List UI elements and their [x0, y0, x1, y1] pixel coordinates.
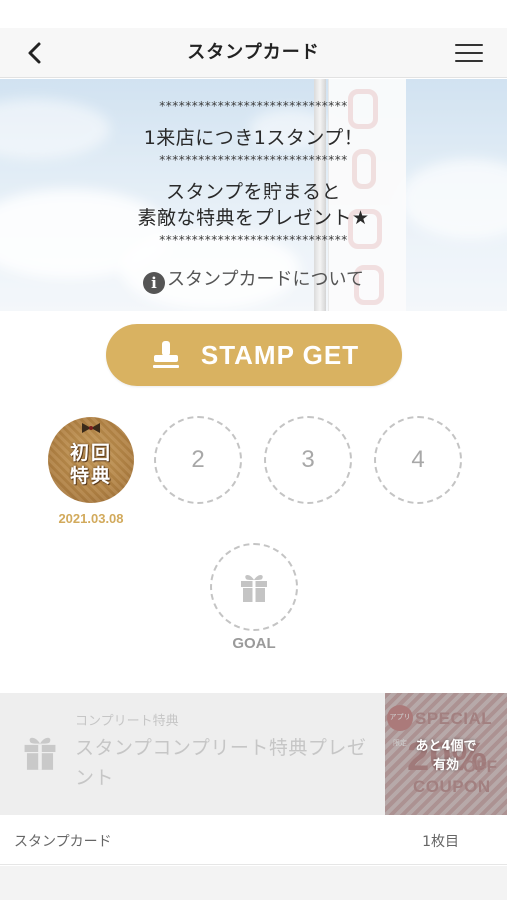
info-icon: i	[143, 272, 166, 294]
stamp-text-line-1: 初回	[69, 442, 112, 464]
banner-stars: *****************************	[159, 233, 348, 247]
banner-stars: *****************************	[159, 153, 348, 167]
complete-reward-card[interactable]: コンプリート特典 スタンプコンプリート特典プレゼント アプリ限定 SPECIAL…	[0, 693, 507, 815]
footer-card-label: スタンプカード	[14, 834, 112, 850]
stamp-text-line-2: 特典	[69, 465, 112, 487]
stamp-icon	[152, 341, 179, 368]
stamp-slot-3: 3	[264, 416, 352, 504]
goal-slot	[210, 543, 298, 631]
remaining-line-1: あと4個で	[415, 739, 477, 754]
coupon-remaining-text: あと4個で 有効	[385, 737, 507, 775]
about-link-label: スタンプカードについて	[167, 269, 364, 290]
gift-icon	[24, 737, 56, 770]
hamburger-menu-icon[interactable]	[455, 38, 485, 68]
goal-label: GOAL	[232, 635, 276, 652]
banner-line-2: スタンプを貯まると	[166, 181, 341, 203]
card-footer: スタンプカード 1枚目	[0, 815, 507, 865]
about-stamp-card-link[interactable]: i スタンプカードについて	[0, 265, 507, 294]
banner-stars: *****************************	[159, 99, 348, 113]
info-banner: ***************************** 1来店につき1スタン…	[0, 79, 507, 311]
stamp-slot-4: 4	[374, 416, 462, 504]
stamp-get-button[interactable]: STAMP GET	[106, 324, 402, 386]
reward-title: スタンプコンプリート特典プレゼント	[75, 737, 367, 789]
stamp-slot-2: 2	[154, 416, 242, 504]
stamp-get-label: STAMP GET	[200, 339, 360, 370]
gift-icon	[241, 575, 267, 602]
banner-line-3: 素敵な特典をプレゼント★	[137, 207, 370, 229]
ribbon-icon	[82, 423, 100, 433]
stamp-date: 2021.03.08	[58, 511, 124, 526]
stamp-slot-1-filled: 初回 特典	[48, 417, 134, 503]
nav-bar: スタンプカード	[0, 28, 507, 78]
remaining-line-2: 有効	[432, 758, 459, 773]
footer-card-count: 1枚目	[422, 834, 459, 850]
status-bar	[0, 0, 507, 28]
banner-line-1: 1来店につき1スタンプ！	[143, 127, 364, 149]
coupon-image: アプリ限定 SPECIAL 20% OFF COUPON あと4個で 有効	[385, 693, 507, 815]
page-title: スタンプカード	[187, 42, 320, 63]
first-visit-stamp-text: 初回 特典	[70, 442, 112, 488]
reward-category-label: コンプリート特典	[75, 714, 179, 729]
